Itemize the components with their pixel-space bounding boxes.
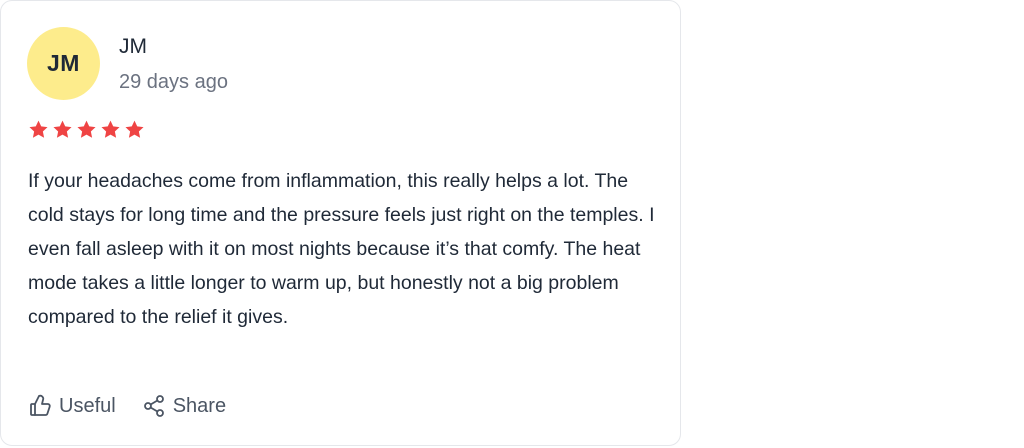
share-button[interactable]: Share — [142, 394, 226, 418]
useful-label: Useful — [59, 394, 116, 417]
review-actions: Useful Share — [28, 394, 226, 418]
thumbs-up-icon — [28, 394, 52, 418]
author-name: JM — [119, 35, 147, 58]
star-icon — [29, 120, 48, 138]
star-icon — [101, 120, 120, 138]
star-icon — [77, 120, 96, 138]
share-icon — [142, 394, 166, 418]
avatar: JM — [27, 27, 100, 100]
useful-button[interactable]: Useful — [28, 394, 116, 418]
star-icon — [53, 120, 72, 138]
review-card: JM JM 29 days ago If your headaches come… — [0, 0, 681, 446]
star-rating — [28, 119, 145, 140]
review-text: If your headaches come from inflammation… — [28, 170, 655, 328]
review-timestamp: 29 days ago — [119, 71, 228, 93]
share-label: Share — [172, 394, 227, 417]
star-icon — [125, 120, 144, 138]
